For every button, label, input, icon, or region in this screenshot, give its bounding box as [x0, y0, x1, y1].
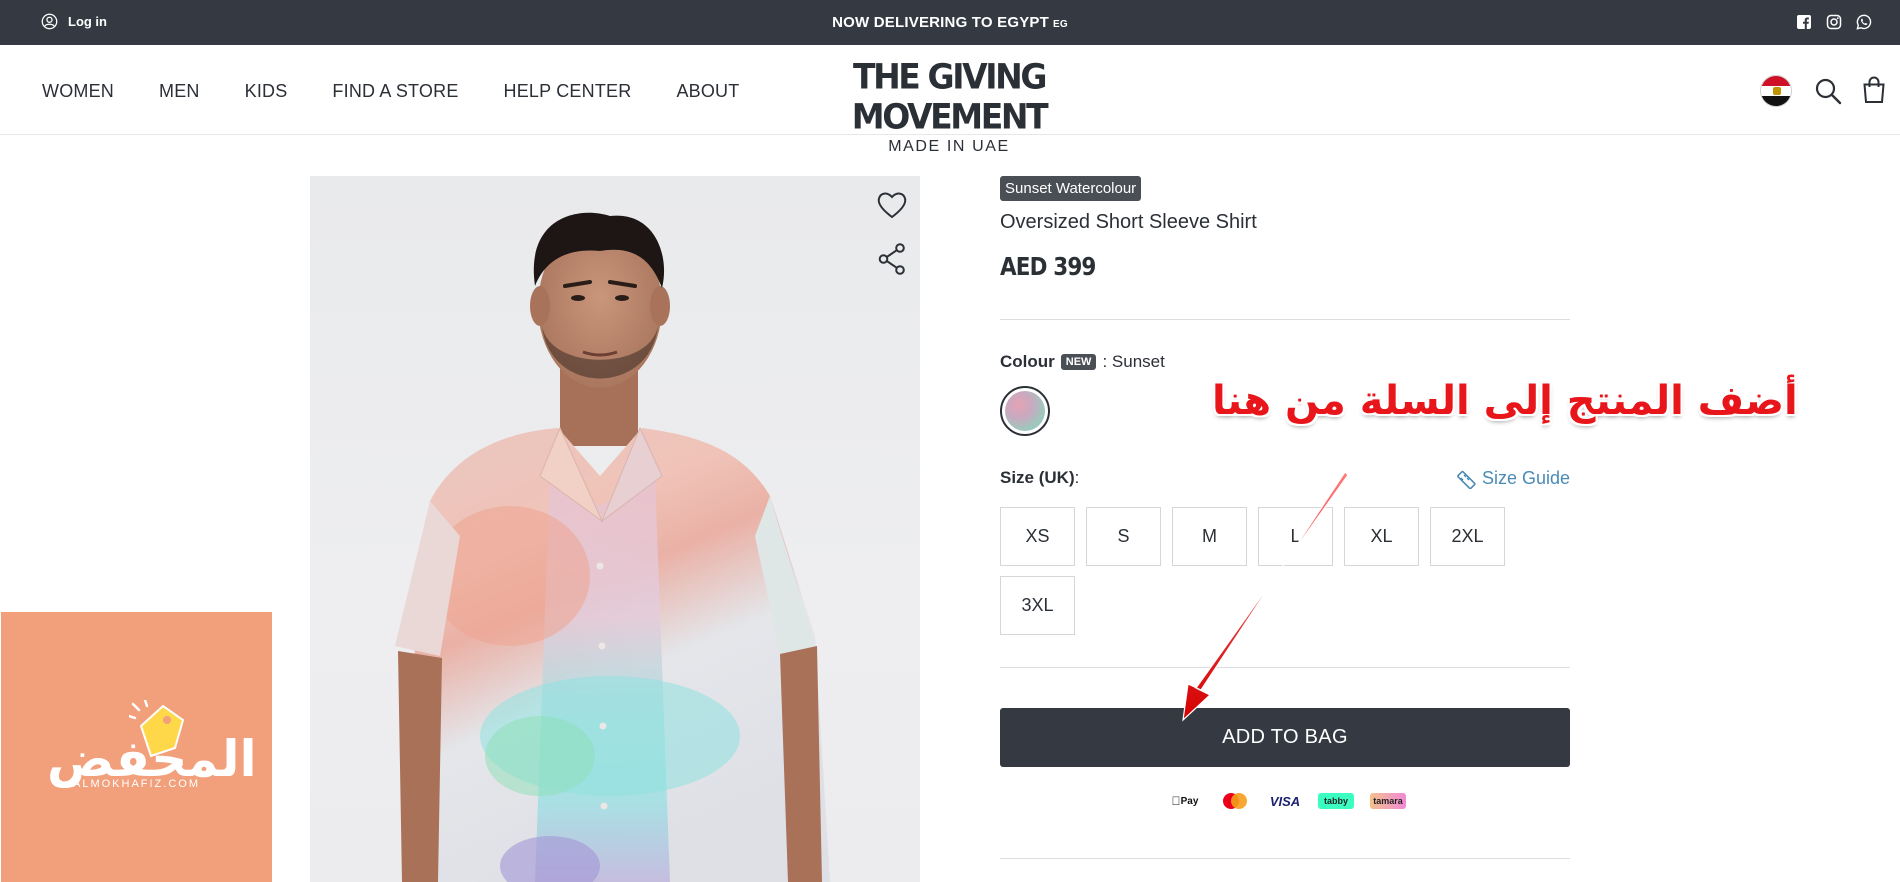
- tabby-icon: tabby: [1318, 793, 1354, 809]
- new-badge: NEW: [1060, 354, 1097, 370]
- colour-label: Colour: [1000, 352, 1055, 371]
- header-icons: [1740, 73, 1900, 109]
- logo-title: THE GIVING MOVEMENT: [851, 56, 1049, 137]
- collection-badge: Sunset Watercolour: [1000, 176, 1142, 201]
- product-price: AED 399: [1000, 252, 1096, 281]
- size-option-xl[interactable]: XL: [1344, 507, 1419, 566]
- size-option-xs[interactable]: XS: [1000, 507, 1075, 566]
- size-guide-link[interactable]: Size Guide: [1456, 468, 1570, 489]
- bag-icon[interactable]: [1862, 76, 1886, 104]
- site-watermark: المحفض ALMOKHAFIZ.COM: [1, 612, 272, 882]
- instagram-icon[interactable]: [1826, 14, 1842, 30]
- whatsapp-icon[interactable]: [1856, 14, 1872, 30]
- size-label: Size (UK): [1000, 468, 1075, 487]
- annotation-text: أضف المنتج إلى السلة من هنا: [1212, 378, 1798, 424]
- size-option-2xl[interactable]: 2XL: [1430, 507, 1505, 566]
- divider: [1000, 858, 1570, 859]
- size-option-l[interactable]: L: [1258, 507, 1333, 566]
- divider: [1000, 319, 1570, 320]
- announcement-message: NOW DELIVERING TO EGYPT: [832, 14, 1049, 31]
- main-nav: WOMEN MEN KIDS FIND A STORE HELP CENTER …: [42, 81, 784, 102]
- payment-methods: Pay VISA tabby tamara: [1168, 793, 1406, 809]
- product-title: Oversized Short Sleeve Shirt: [1000, 211, 1257, 233]
- egypt-flag-icon[interactable]: [1760, 75, 1792, 107]
- nav-about[interactable]: ABOUT: [676, 81, 739, 102]
- colour-row: Colour NEW : Sunset: [1000, 352, 1165, 372]
- wishlist-heart-icon[interactable]: [876, 190, 908, 220]
- size-row: Size (UK): Size Guide: [1000, 468, 1570, 489]
- facebook-icon[interactable]: [1796, 14, 1812, 30]
- watermark-latin: ALMOKHAFIZ.COM: [72, 778, 200, 790]
- nav-women[interactable]: WOMEN: [42, 81, 114, 102]
- size-colon: :: [1074, 468, 1080, 487]
- logo-subtitle: MADE IN UAE: [888, 138, 1010, 155]
- nav-help-center[interactable]: HELP CENTER: [504, 81, 632, 102]
- announcement-text: NOW DELIVERING TO EGYPT EG: [0, 14, 1900, 31]
- visa-icon: VISA: [1269, 793, 1301, 809]
- nav-kids[interactable]: KIDS: [245, 81, 288, 102]
- size-option-3xl[interactable]: 3XL: [1000, 576, 1075, 635]
- announcement-bar: Log in NOW DELIVERING TO EGYPT EG: [0, 0, 1900, 45]
- search-icon[interactable]: [1814, 77, 1842, 105]
- mastercard-icon: [1218, 793, 1252, 809]
- site-logo[interactable]: THE GIVING MOVEMENT MADE IN UAE: [776, 56, 1122, 156]
- ruler-icon: [1457, 470, 1476, 489]
- product-photo: [395, 212, 830, 882]
- divider: [1000, 667, 1570, 668]
- colour-swatch-sunset[interactable]: [1000, 386, 1050, 436]
- site-header: WOMEN MEN KIDS FIND A STORE HELP CENTER …: [0, 45, 1900, 155]
- social-links: [1796, 14, 1872, 30]
- size-options: XS S M L XL 2XL 3XL: [1000, 507, 1560, 635]
- apple-pay-label: Pay: [1176, 795, 1199, 807]
- country-code: EG: [1052, 19, 1068, 30]
- nav-find-a-store[interactable]: FIND A STORE: [332, 81, 458, 102]
- size-guide-label: Size Guide: [1481, 468, 1570, 488]
- apple-pay-icon: Pay: [1168, 793, 1202, 809]
- product-image[interactable]: [310, 176, 920, 882]
- product-info: Sunset Watercolour Oversized Short Sleev…: [1000, 176, 1570, 859]
- size-option-m[interactable]: M: [1172, 507, 1247, 566]
- add-to-bag-button[interactable]: ADD TO BAG: [1000, 708, 1570, 767]
- colour-value: : Sunset: [1102, 352, 1165, 371]
- size-option-s[interactable]: S: [1086, 507, 1161, 566]
- nav-men[interactable]: MEN: [159, 81, 200, 102]
- share-icon[interactable]: [878, 243, 906, 275]
- tamara-icon: tamara: [1370, 793, 1406, 809]
